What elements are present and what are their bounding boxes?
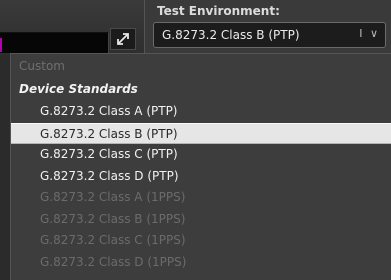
test-environment-section: Test Environment: G.8273.2 Class B (PTP)… bbox=[144, 0, 391, 58]
dropdown-option[interactable]: G.8273.2 Class B (PTP) bbox=[11, 122, 391, 144]
app-window: Test Environment: G.8273.2 Class B (PTP)… bbox=[0, 0, 391, 280]
dropdown-option[interactable]: G.8273.2 Class D (PTP) bbox=[11, 166, 391, 187]
chevron-down-icon[interactable]: I ∨ bbox=[359, 27, 380, 40]
group-device-standards: Device Standards bbox=[19, 82, 138, 96]
dropdown-option: G.8273.2 Class C (1PPS) bbox=[40, 233, 186, 247]
test-environment-select[interactable]: G.8273.2 Class B (PTP) I ∨ bbox=[153, 22, 386, 48]
dropdown-option: G.8273.2 Class B (1PPS) bbox=[40, 211, 186, 226]
trace-marker bbox=[0, 38, 2, 52]
dropdown-option: G.8273.2 Class D (1PPS) bbox=[40, 254, 187, 269]
dropdown-option[interactable]: G.8273.2 Class A (PTP) bbox=[11, 101, 391, 122]
left-panel bbox=[0, 32, 109, 53]
group-custom[interactable]: Custom bbox=[19, 56, 65, 76]
test-environment-dropdown: Custom Device Standards G.8273.2 Class A… bbox=[10, 53, 391, 280]
expand-button[interactable] bbox=[110, 28, 136, 50]
dropdown-option: G.8273.2 Class A (1PPS) bbox=[40, 190, 186, 204]
selected-value: G.8273.2 Class B (PTP) bbox=[162, 28, 300, 42]
expand-arrows-icon bbox=[117, 33, 129, 45]
dropdown-option[interactable]: G.8273.2 Class C (PTP) bbox=[11, 144, 391, 165]
test-environment-label: Test Environment: bbox=[157, 4, 280, 18]
